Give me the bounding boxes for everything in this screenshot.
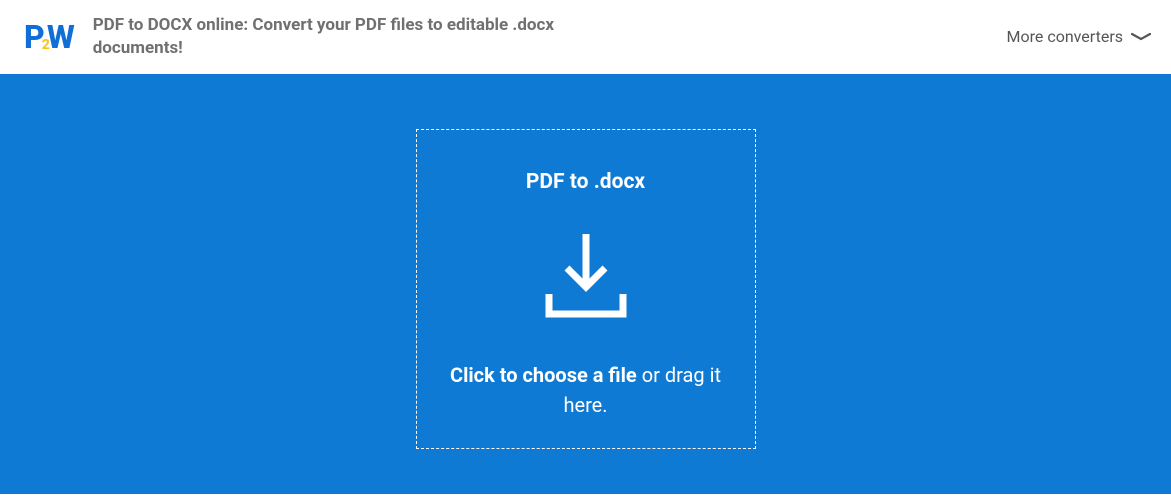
header: P 2 W PDF to DOCX online: Convert your P…	[0, 0, 1171, 74]
more-converters-label: More converters	[1007, 27, 1124, 46]
dropzone-title: PDF to .docx	[526, 170, 645, 194]
dropzone-cta-bold: Click to choose a file	[450, 363, 637, 387]
main-area: PDF to .docx Click to choose a file or d…	[0, 74, 1171, 494]
dropzone-instruction: Click to choose a file or drag it here.	[437, 360, 735, 420]
file-dropzone[interactable]: PDF to .docx Click to choose a file or d…	[416, 129, 756, 449]
logo-digit-2: 2	[42, 38, 50, 52]
page-title: PDF to DOCX online: Convert your PDF fil…	[93, 14, 623, 60]
chevron-down-icon	[1131, 32, 1151, 42]
more-converters-dropdown[interactable]: More converters	[1007, 27, 1152, 46]
header-left: P 2 W PDF to DOCX online: Convert your P…	[24, 14, 623, 60]
logo[interactable]: P 2 W	[24, 21, 75, 53]
logo-letter-w: W	[47, 21, 75, 53]
download-icon	[539, 232, 633, 322]
